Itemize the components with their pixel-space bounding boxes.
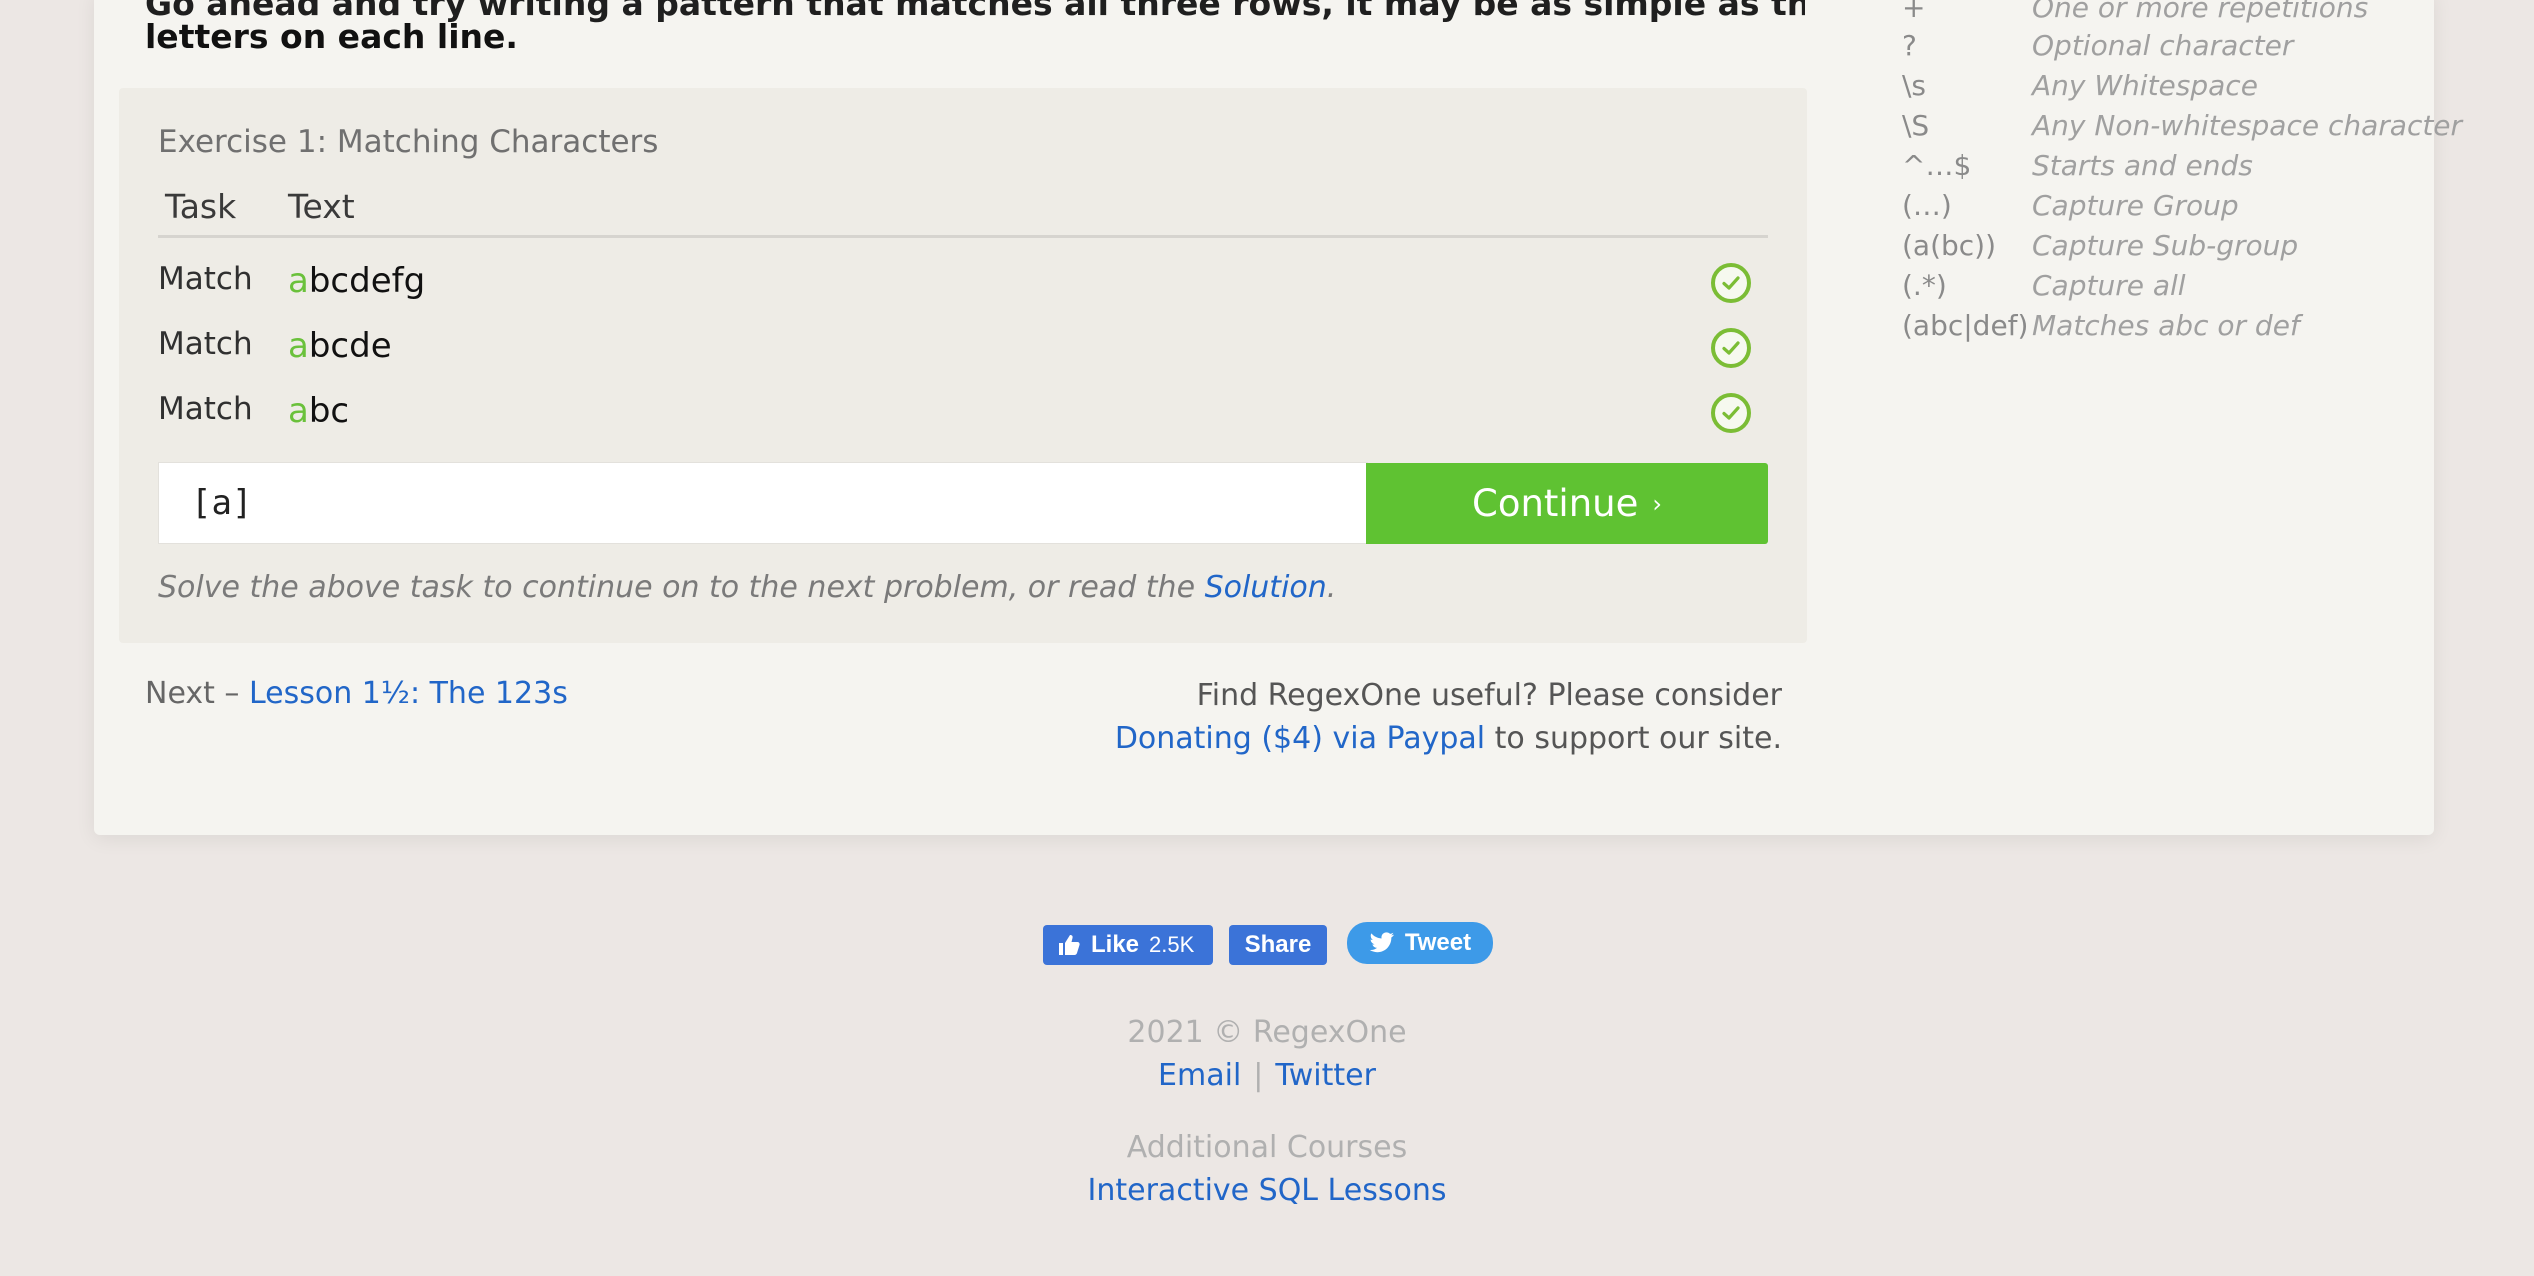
email-link[interactable]: Email [1158,1058,1241,1093]
copyright: 2021 © RegexOne [1127,1015,1407,1050]
match-highlight: a [288,326,309,366]
column-header-task: Task [165,187,237,226]
check-icon [1711,263,1751,303]
check-icon [1711,328,1751,368]
like-count: 2.5K [1149,932,1195,957]
table-row-text: abc [288,389,349,433]
solution-link[interactable]: Solution [1205,570,1327,605]
next-lesson-link[interactable]: Lesson 1½: The 123s [249,676,568,711]
match-highlight: a [288,261,309,301]
continue-label: Continue [1472,482,1639,525]
donate-note: Find RegexOne useful? Please consider Don… [882,674,1782,760]
reference-item: (.*) Capture all [1902,269,2186,302]
table-row-task: Match [158,391,253,427]
header-divider [158,235,1768,238]
reference-item: (a(bc)) Capture Sub-group [1902,229,2299,262]
solve-instructions: Solve the above task to continue on to t… [158,570,1337,605]
twitter-link[interactable]: Twitter [1275,1058,1376,1093]
reference-item: (…) Capture Group [1902,189,2239,222]
share-label: Share [1244,931,1312,958]
reference-item: \S Any Non-whitespace character [1902,109,2463,142]
reference-item: \s Any Whitespace [1902,69,2258,102]
table-row-task: Match [158,261,253,297]
reference-item: ^…$ Starts and ends [1902,149,2253,182]
donate-line-1: Find RegexOne useful? Please consider [1196,678,1782,713]
additional-courses-heading: Additional Courses [1126,1130,1408,1165]
table-row-text: abcdefg [288,259,425,303]
like-label: Like [1091,931,1140,958]
donate-link[interactable]: Donating ($4) via Paypal [1115,721,1485,756]
unmatched-text: bc [308,391,350,431]
tweet-label: Tweet [1404,929,1472,956]
next-lesson-nav: Next – Lesson 1½: The 123s [145,674,568,714]
reference-item: + One or more repetitions [1902,0,2369,24]
reference-item: ? Optional character [1902,29,2294,62]
intro-last-line: letters on each line. [145,17,518,56]
facebook-share-button[interactable]: Share [1229,925,1327,965]
table-row-text: abcde [288,324,392,368]
match-highlight: a [288,391,309,431]
unmatched-text: bcde [308,326,392,366]
unmatched-text: bcdefg [308,261,426,301]
sql-lessons-row: Interactive SQL Lessons [0,1170,2534,1212]
footer-links: Email | Twitter [0,1055,2534,1097]
chevron-right-icon: › [1652,489,1662,518]
regex-input[interactable] [158,462,1368,544]
twitter-bird-icon [1369,932,1394,953]
thumbs-up-icon [1059,935,1080,955]
table-row-task: Match [158,326,253,362]
continue-button[interactable]: Continue › [1366,463,1768,544]
donate-line-2: to support our site. [1485,721,1782,756]
link-divider: | [1253,1058,1264,1093]
sql-lessons-link[interactable]: Interactive SQL Lessons [1088,1173,1447,1208]
check-icon [1711,393,1751,433]
reference-item: (abc|def) Matches abc or def [1902,309,2300,342]
tweet-button[interactable]: Tweet [1347,922,1493,964]
exercise-title: Exercise 1: Matching Characters [158,124,659,160]
next-prefix: Next – [145,676,240,711]
facebook-like-button[interactable]: Like 2.5K [1043,925,1213,965]
column-header-text: Text [288,187,355,226]
